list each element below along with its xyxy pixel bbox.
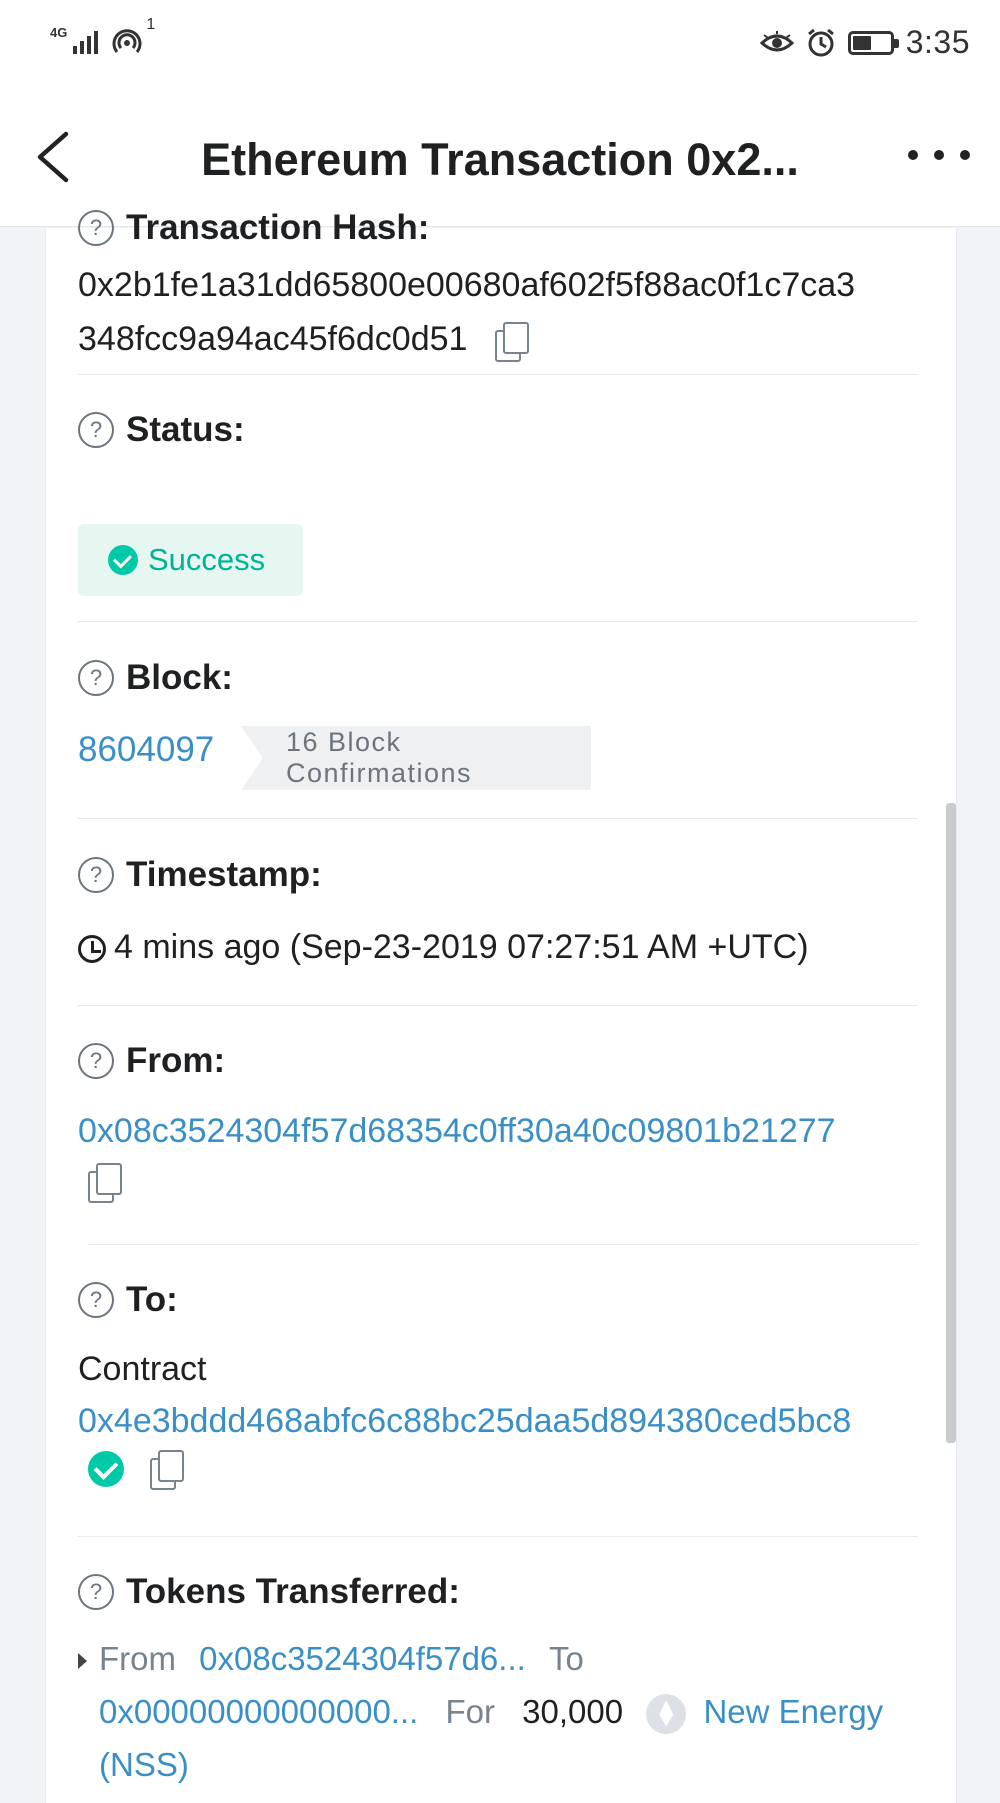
- from-label-row: ? From:: [78, 1041, 225, 1081]
- scrollbar[interactable]: [946, 803, 956, 1443]
- block-confirmations-badge: 16 Block Confirmations: [241, 726, 591, 790]
- eye-comfort-icon: [759, 30, 794, 51]
- help-icon[interactable]: ?: [78, 412, 114, 448]
- block-label: Block:: [126, 658, 233, 697]
- signal-icon: [73, 26, 99, 54]
- to-address-link[interactable]: 0x4e3bddd468abfc6c88bc25daa5d894380ced5b…: [78, 1394, 851, 1448]
- divider: [78, 1536, 918, 1537]
- alarm-icon: [807, 28, 834, 56]
- timestamp-label-row: ? Timestamp:: [78, 855, 322, 895]
- hotspot-count: 1: [146, 16, 156, 33]
- token-name-link[interactable]: New Energy: [703, 1693, 883, 1730]
- timestamp-label: Timestamp:: [126, 855, 322, 894]
- help-icon[interactable]: ?: [78, 857, 114, 893]
- token-transfer-line-1: From 0x08c3524304f57d6... To: [78, 1632, 584, 1686]
- status-badge: Success: [78, 524, 303, 596]
- tokens-label-row: ? Tokens Transferred:: [78, 1572, 460, 1612]
- token-symbol-link[interactable]: (NSS): [99, 1738, 189, 1792]
- help-icon[interactable]: ?: [78, 210, 114, 246]
- help-icon[interactable]: ?: [78, 660, 114, 696]
- clock-time: 3:35: [905, 24, 970, 60]
- to-type: Contract: [78, 1350, 207, 1388]
- divider: [78, 374, 918, 375]
- battery-icon: [847, 30, 899, 55]
- verified-contract-icon: [88, 1451, 124, 1487]
- ethereum-token-icon: [646, 1694, 687, 1735]
- divider: [78, 1005, 918, 1006]
- help-icon[interactable]: ?: [78, 1574, 114, 1610]
- caret-right-icon[interactable]: [78, 1653, 87, 1670]
- token-transfer-line-2: 0x00000000000000... For 30,000 New Energ…: [99, 1685, 883, 1739]
- to-label-row: ? To:: [78, 1280, 178, 1320]
- timestamp-value: 4 mins ago (Sep-23-2019 07:27:51 AM +UTC…: [114, 928, 809, 966]
- divider: [88, 1244, 918, 1245]
- block-number-link[interactable]: 8604097: [78, 723, 214, 777]
- timestamp-value-row: 4 mins ago (Sep-23-2019 07:27:51 AM +UTC…: [78, 920, 809, 974]
- status-value: Success: [148, 542, 266, 577]
- page-title: Ethereum Transaction 0x2...: [201, 134, 799, 185]
- clock-icon: [78, 935, 106, 964]
- tx-hash-label-row: ? Transaction Hash:: [78, 208, 429, 248]
- status-bar: 4G 1 3:35: [0, 0, 1000, 92]
- token-amount: 30,000: [522, 1693, 624, 1730]
- network-type: 4G: [50, 25, 68, 40]
- token-to-address-link[interactable]: 0x00000000000000...: [99, 1693, 418, 1730]
- app-header: Ethereum Transaction 0x2...: [0, 92, 1000, 227]
- status-label: Status:: [126, 410, 245, 449]
- copy-icon[interactable]: [493, 322, 529, 363]
- tx-hash-label: Transaction Hash:: [126, 208, 430, 247]
- from-address-link[interactable]: 0x08c3524304f57d68354c0ff30a40c09801b212…: [78, 1104, 836, 1158]
- help-icon[interactable]: ?: [78, 1043, 114, 1079]
- back-arrow-icon[interactable]: [30, 122, 90, 192]
- to-actions: [88, 1450, 184, 1490]
- more-options-icon[interactable]: [908, 140, 970, 170]
- tx-hash-value: 0x2b1fe1a31dd65800e00680af602f5f88ac0f1c…: [78, 258, 938, 366]
- transaction-card: ? Transaction Hash: 0x2b1fe1a31dd65800e0…: [45, 208, 957, 1803]
- to-label: To:: [126, 1280, 178, 1319]
- from-label: From:: [126, 1041, 226, 1080]
- divider: [78, 621, 918, 622]
- hotspot-icon: [112, 29, 142, 53]
- check-circle-icon: [108, 545, 138, 575]
- block-label-row: ? Block:: [78, 658, 233, 698]
- copy-icon[interactable]: [86, 1163, 122, 1203]
- help-icon[interactable]: ?: [78, 1282, 114, 1318]
- token-from-address-link[interactable]: 0x08c3524304f57d6...: [199, 1640, 526, 1677]
- status-label-row: ? Status:: [78, 410, 245, 450]
- copy-icon[interactable]: [148, 1450, 184, 1490]
- divider: [78, 818, 918, 819]
- tokens-label: Tokens Transferred:: [126, 1572, 460, 1611]
